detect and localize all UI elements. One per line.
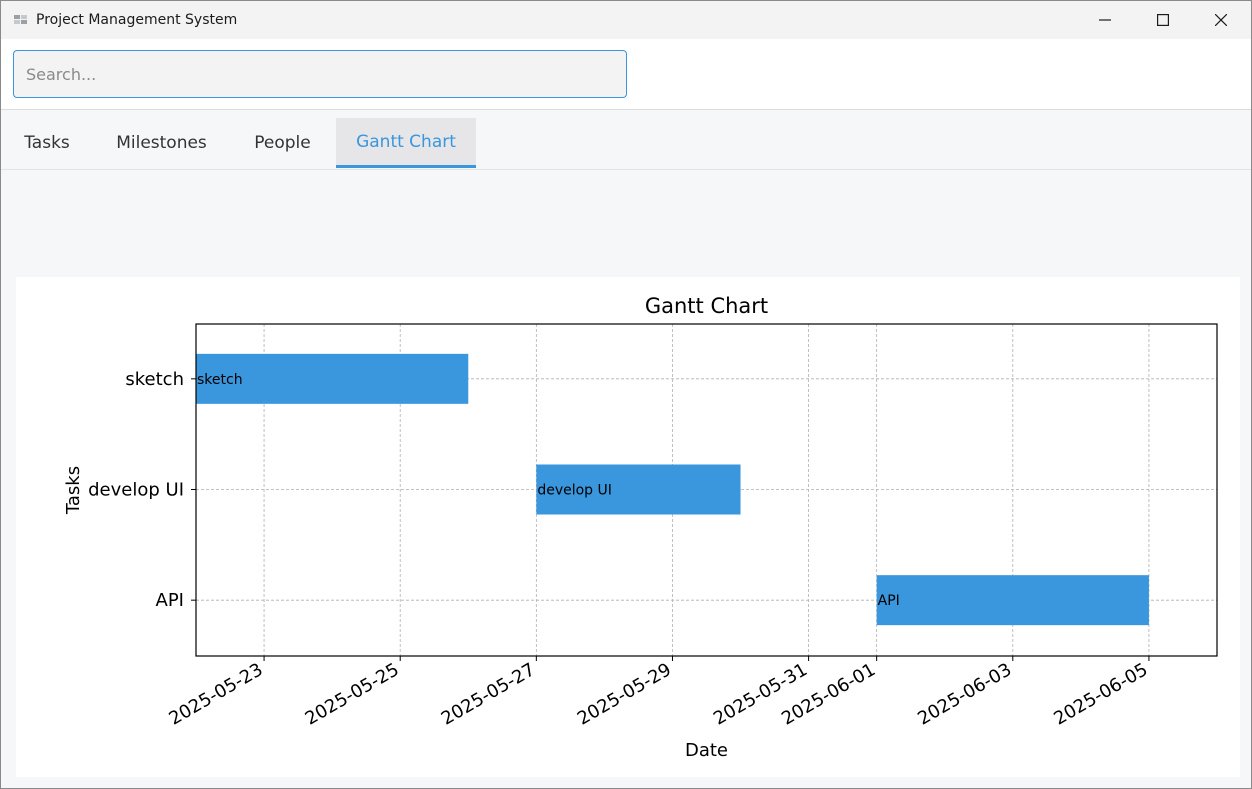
x-tick-label: 2025-06-05 — [1050, 659, 1151, 729]
y-tick-label: develop UI — [88, 480, 184, 501]
chart-title: Gantt Chart — [645, 294, 768, 318]
app-icon — [14, 15, 27, 24]
tab-label: People — [254, 133, 311, 153]
search-input[interactable] — [13, 50, 627, 98]
gantt-bar — [876, 575, 1149, 626]
tab-label: Milestones — [116, 133, 207, 153]
bar-label: API — [878, 593, 900, 609]
x-tick-label: 2025-05-23 — [165, 659, 266, 729]
title-bar: Project Management System — [1, 1, 1251, 39]
tab-milestones[interactable]: Milestones — [93, 118, 230, 168]
x-tick-label: 2025-05-27 — [438, 659, 539, 729]
tab-bar: Tasks Milestones People Gantt Chart — [1, 110, 1251, 170]
bar-label: develop UI — [537, 483, 612, 499]
y-tick-label: sketch — [125, 369, 184, 390]
minimize-icon — [1099, 19, 1111, 21]
y-tick-label: API — [156, 590, 184, 611]
x-tick-label: 2025-05-25 — [302, 659, 403, 729]
search-bar — [1, 39, 1251, 110]
tab-people[interactable]: People — [230, 118, 335, 168]
close-icon — [1215, 14, 1227, 26]
x-tick-label: 2025-05-29 — [574, 659, 675, 729]
bar-label: sketch — [197, 372, 243, 388]
tab-label: Gantt Chart — [356, 131, 456, 152]
app-window: Project Management System Tasks Mileston… — [0, 0, 1252, 789]
tab-label: Tasks — [24, 133, 70, 153]
maximize-icon — [1157, 14, 1169, 26]
x-tick-label: 2025-06-03 — [914, 659, 1015, 729]
window-title: Project Management System — [36, 12, 238, 28]
y-axis-label: Tasks — [63, 466, 84, 515]
tab-tasks[interactable]: Tasks — [1, 118, 93, 168]
close-button[interactable] — [1192, 1, 1250, 39]
tab-gantt-chart[interactable]: Gantt Chart — [336, 118, 476, 168]
gantt-chart-panel: Gantt Chart sketch sketch develop UI develop… — [16, 277, 1240, 777]
gantt-chart: Gantt Chart sketch sketch develop UI develop… — [63, 294, 1218, 761]
minimize-button[interactable] — [1076, 1, 1134, 39]
x-axis-label: Date — [685, 740, 728, 761]
maximize-button[interactable] — [1134, 1, 1192, 39]
